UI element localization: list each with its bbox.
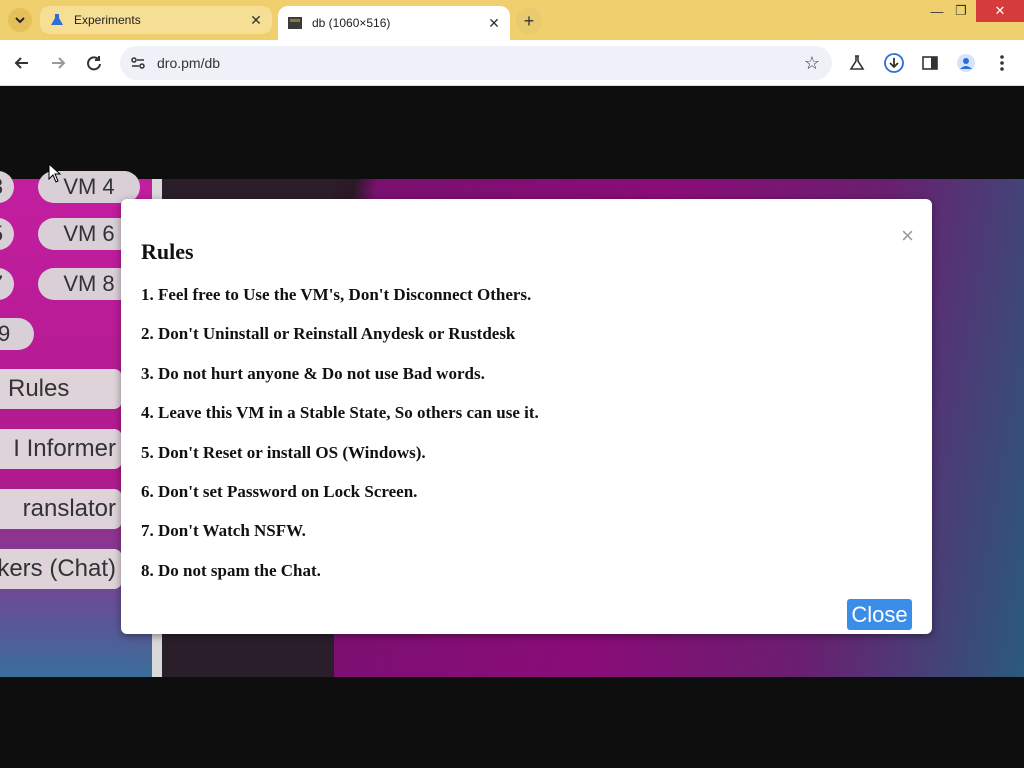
more-vertical-icon <box>1000 55 1004 71</box>
rules-list: 1. Feel free to Use the VM's, Don't Disc… <box>141 285 539 600</box>
tab-strip: Experiments ✕ db (1060×516) ✕ + — ❐ ✕ <box>0 0 1024 40</box>
chevron-down-icon <box>15 17 25 24</box>
vm-pill-label: 7 <box>0 271 3 297</box>
rule-item: 1. Feel free to Use the VM's, Don't Disc… <box>141 285 532 304</box>
vm-pill-label: VM 4 <box>63 174 115 199</box>
browser-toolbar: dro.pm/db ☆ <box>0 40 1024 86</box>
rule-item: 3. Do not hurt anyone & Do not use Bad w… <box>141 363 485 383</box>
address-bar[interactable]: dro.pm/db ☆ <box>120 46 832 80</box>
arrow-left-icon <box>14 57 28 69</box>
informer-button[interactable]: I Informer <box>0 429 122 469</box>
rules-modal: × Rules 1. Feel free to Use the VM's, Do… <box>121 199 932 634</box>
forward-button[interactable] <box>46 51 70 75</box>
modal-title: Rules <box>141 239 194 264</box>
close-button[interactable]: Close <box>847 599 912 630</box>
vm-pill-label: 9 <box>0 321 11 346</box>
rule-item: 7. Don't Watch NSFW. <box>141 521 306 541</box>
url-text[interactable]: dro.pm/db <box>157 55 220 71</box>
vm-pill-label: VM 8 <box>63 271 115 296</box>
chat-button[interactable]: kers (Chat) <box>0 549 122 589</box>
window-close-button[interactable]: ✕ <box>976 0 1024 22</box>
rules-button[interactable]: Rules <box>0 369 122 409</box>
tab-title: Experiments <box>74 13 141 27</box>
rule-item: 2. Don't Uninstall or Reinstall Anydesk … <box>141 324 516 344</box>
vm-pill-label: 5 <box>0 221 3 247</box>
site-settings-icon[interactable] <box>130 55 146 71</box>
restore-button[interactable]: ❐ <box>944 0 978 22</box>
vm-pill-9[interactable]: 9 <box>0 318 34 350</box>
vm-pill-label: VM 6 <box>63 221 115 246</box>
rule-item: 5. Don't Reset or install OS (Windows). <box>141 442 426 462</box>
tab-experiments[interactable]: Experiments ✕ <box>40 6 272 34</box>
new-tab-button[interactable]: + <box>516 8 542 34</box>
translator-button-label: ranslator <box>22 495 116 522</box>
informer-button-label: I Informer <box>13 435 116 462</box>
downloads-button[interactable] <box>883 52 905 74</box>
side-panel-icon <box>922 56 938 70</box>
side-panel-button[interactable] <box>919 52 941 74</box>
translator-button[interactable]: ranslator <box>0 489 122 529</box>
bookmark-star-icon[interactable]: ☆ <box>804 53 820 74</box>
download-icon <box>884 53 904 73</box>
tab-title: db (1060×516) <box>312 16 391 30</box>
rules-button-label: Rules <box>8 375 70 402</box>
menu-button[interactable] <box>991 52 1013 74</box>
reload-icon <box>87 56 101 71</box>
back-button[interactable] <box>10 51 34 75</box>
modal-close-icon[interactable]: × <box>901 223 914 249</box>
flask-icon <box>51 14 63 25</box>
profile-avatar-icon <box>957 54 975 72</box>
tab-db[interactable]: db (1060×516) ✕ <box>278 6 510 40</box>
chat-button-label: kers (Chat) <box>0 555 116 582</box>
rule-item: 6. Don't set Password on Lock Screen. <box>141 481 418 501</box>
reload-button[interactable] <box>82 51 106 75</box>
tab-close-icon[interactable]: ✕ <box>248 12 264 28</box>
arrow-right-icon <box>52 57 66 69</box>
vm-pill-label: 3 <box>0 174 3 200</box>
tab-close-icon[interactable]: ✕ <box>486 15 502 31</box>
rule-item: 4. Leave this VM in a Stable State, So o… <box>141 403 539 423</box>
flask-icon <box>849 55 865 70</box>
tab-search-button[interactable] <box>8 8 32 32</box>
mouse-cursor-icon <box>48 163 62 183</box>
labs-button[interactable] <box>846 52 868 74</box>
profile-button[interactable] <box>955 52 977 74</box>
rule-item: 8. Do not spam the Chat. <box>141 560 321 580</box>
page-favicon-icon <box>288 17 302 29</box>
